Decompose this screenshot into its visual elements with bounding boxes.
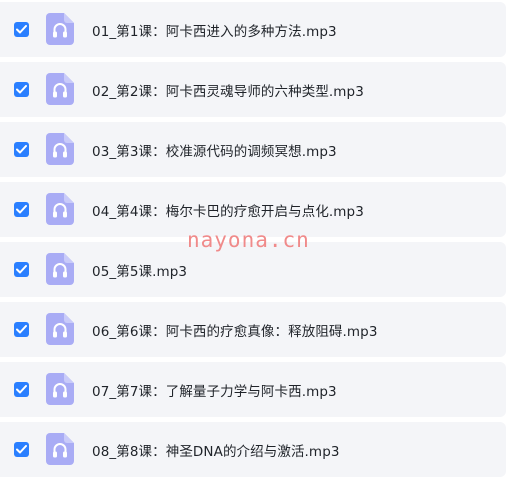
file-name[interactable]: 08_第8课：神圣DNA的介绍与激活.mp3 bbox=[92, 440, 340, 460]
check-icon bbox=[16, 384, 27, 393]
file-checkbox[interactable] bbox=[14, 441, 29, 457]
file-row[interactable]: 03_第3课：校准源代码的调频冥想.mp3 bbox=[0, 122, 506, 177]
audio-file-icon bbox=[46, 72, 74, 105]
file-name[interactable]: 01_第1课：阿卡西进入的多种方法.mp3 bbox=[92, 20, 337, 40]
audio-file-icon bbox=[46, 372, 74, 405]
check-icon bbox=[16, 324, 27, 333]
file-row[interactable]: 06_第6课：阿卡西的疗愈真像：释放阻碍.mp3 bbox=[0, 302, 506, 357]
file-row[interactable]: 01_第1课：阿卡西进入的多种方法.mp3 bbox=[0, 2, 506, 57]
file-name[interactable]: 02_第2课：阿卡西灵魂导师的六种类型.mp3 bbox=[92, 80, 364, 100]
audio-file-icon bbox=[46, 12, 74, 45]
file-checkbox[interactable] bbox=[14, 21, 29, 37]
file-list: 01_第1课：阿卡西进入的多种方法.mp3 02_第2课：阿卡西灵魂导师的六种类… bbox=[0, 0, 512, 480]
check-icon bbox=[16, 204, 27, 213]
audio-file-icon bbox=[46, 312, 74, 345]
file-name[interactable]: 04_第4课：梅尔卡巴的疗愈开启与点化.mp3 bbox=[92, 200, 364, 220]
check-icon bbox=[16, 144, 27, 153]
file-checkbox[interactable] bbox=[14, 81, 29, 97]
audio-file-icon bbox=[46, 192, 74, 225]
file-name[interactable]: 07_第7课：了解量子力学与阿卡西.mp3 bbox=[92, 380, 337, 400]
file-row[interactable]: 07_第7课：了解量子力学与阿卡西.mp3 bbox=[0, 362, 506, 417]
file-name[interactable]: 06_第6课：阿卡西的疗愈真像：释放阻碍.mp3 bbox=[92, 320, 378, 340]
file-checkbox[interactable] bbox=[14, 201, 29, 217]
check-icon bbox=[16, 264, 27, 273]
file-checkbox[interactable] bbox=[14, 141, 29, 157]
check-icon bbox=[16, 84, 27, 93]
check-icon bbox=[16, 444, 27, 453]
file-row[interactable]: 02_第2课：阿卡西灵魂导师的六种类型.mp3 bbox=[0, 62, 506, 117]
file-name[interactable]: 05_第5课.mp3 bbox=[92, 260, 187, 280]
audio-file-icon bbox=[46, 432, 74, 465]
check-icon bbox=[16, 24, 27, 33]
file-checkbox[interactable] bbox=[14, 381, 29, 397]
audio-file-icon bbox=[46, 252, 74, 285]
file-row[interactable]: 08_第8课：神圣DNA的介绍与激活.mp3 bbox=[0, 422, 506, 477]
audio-file-icon bbox=[46, 132, 74, 165]
file-checkbox[interactable] bbox=[14, 321, 29, 337]
file-checkbox[interactable] bbox=[14, 261, 29, 277]
file-name[interactable]: 03_第3课：校准源代码的调频冥想.mp3 bbox=[92, 140, 337, 160]
watermark: nayona.cn bbox=[187, 228, 310, 252]
